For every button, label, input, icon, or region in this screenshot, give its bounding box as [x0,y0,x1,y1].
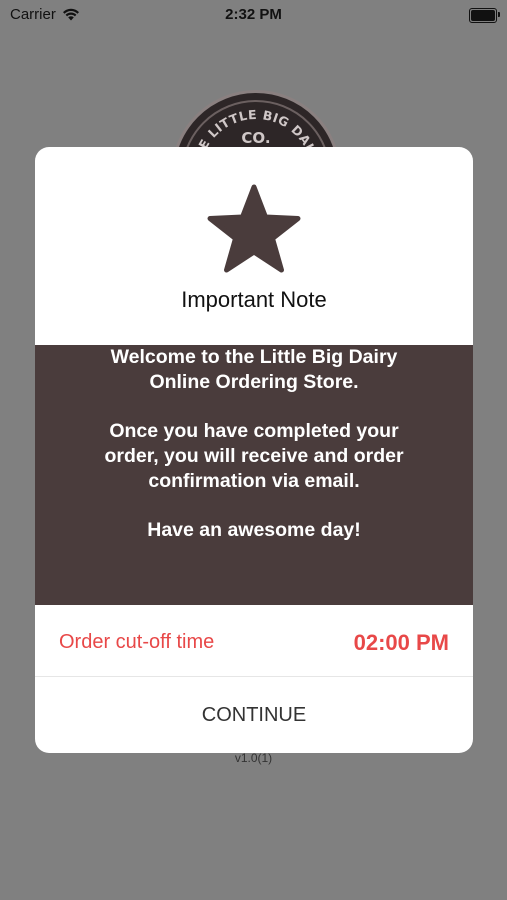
important-note-dialog: Important Note Welcome to the Little Big… [35,147,473,753]
dialog-title: Important Note [181,287,327,312]
star-icon [207,184,301,273]
cutoff-label: Order cut-off time [59,631,215,653]
closing-paragraph: Have an awesome day! [147,519,361,541]
cutoff-time-value: 02:00 PM [353,630,449,655]
logo-sub-text: CO. [241,129,270,147]
app-version: v1.0(1) [234,751,273,765]
battery-icon [469,8,500,23]
cutoff-time-row: Order cut-off time 02:00 PM [35,605,473,677]
status-bar: Carrier 2:32 PM [0,0,507,30]
status-time: 2:32 PM [225,6,282,23]
confirmation-paragraph: Once you have completed your order, you … [104,420,404,492]
welcome-message-panel: Welcome to the Little Big Dairy Online O… [35,345,473,605]
welcome-paragraph: Welcome to the Little Big Dairy Online O… [110,346,398,393]
continue-button[interactable]: CONTINUE [35,677,473,753]
